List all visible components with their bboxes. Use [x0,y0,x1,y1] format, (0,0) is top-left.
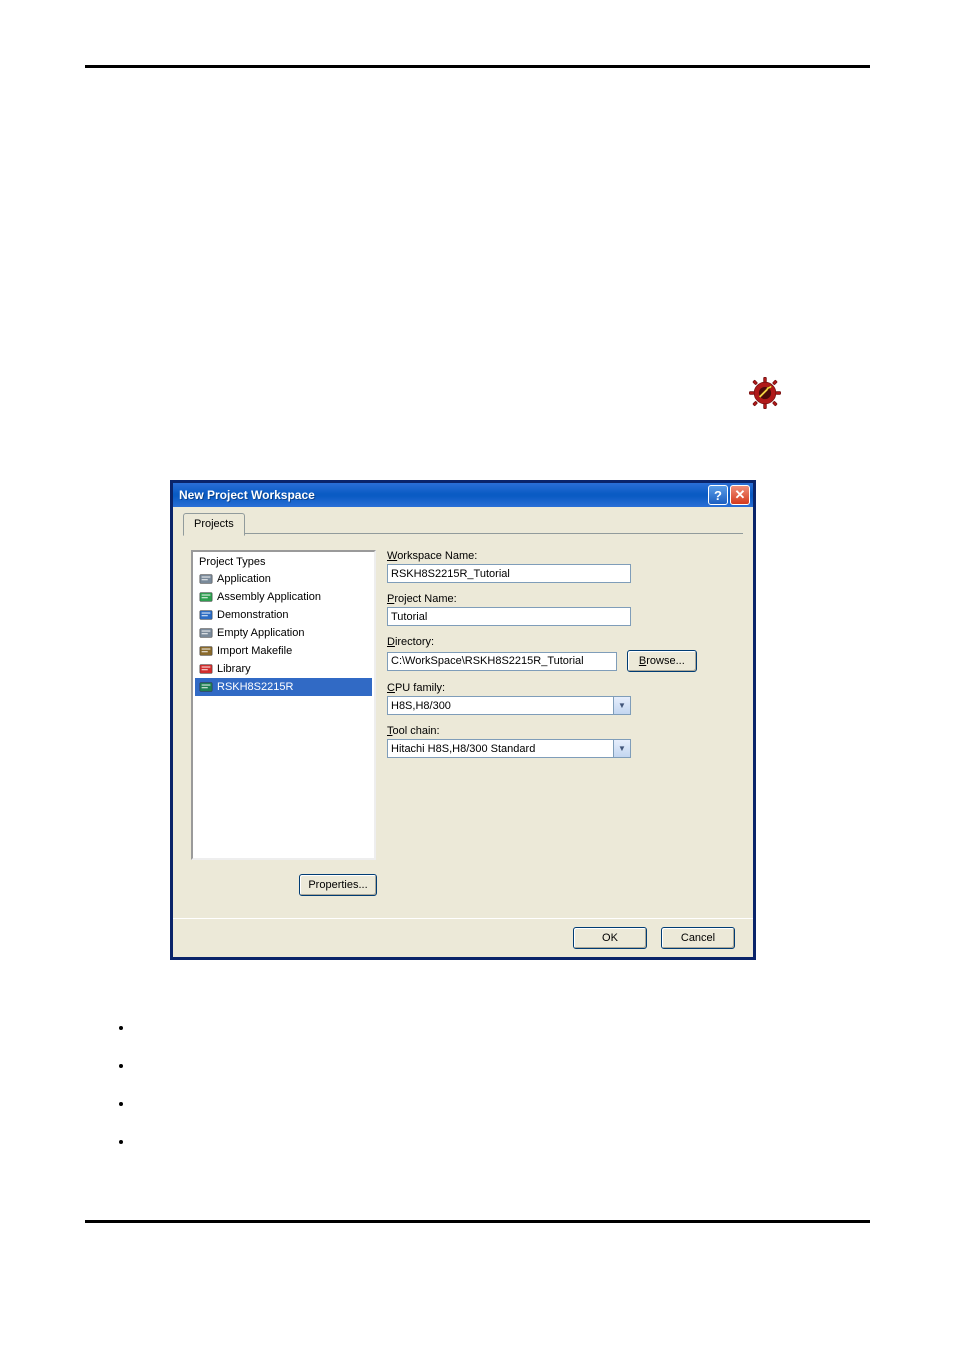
horizontal-rule-bottom [85,1220,870,1223]
cpu-family-label: CPU family: [387,682,697,694]
project-type-item[interactable]: Application [195,570,372,588]
project-type-label: Application [217,571,271,587]
project-type-item[interactable]: Import Makefile [195,642,372,660]
project-type-icon [199,680,213,694]
project-type-icon [199,608,213,622]
project-type-icon [199,590,213,604]
dialog-title: New Project Workspace [179,488,315,502]
horizontal-rule-top [85,65,870,68]
help-button[interactable]: ? [708,485,728,505]
close-button[interactable]: ✕ [730,485,750,505]
project-type-icon [199,662,213,676]
bullet-list [133,1020,833,1172]
project-type-label: Import Makefile [217,643,292,659]
new-project-workspace-dialog: New Project Workspace ? ✕ Projects Proje… [170,480,756,960]
project-type-item[interactable]: Empty Application [195,624,372,642]
chevron-down-icon: ▼ [613,697,630,714]
project-type-icon [199,644,213,658]
list-item [133,1058,833,1072]
project-type-item[interactable]: Assembly Application [195,588,372,606]
browse-button[interactable]: Browse... [627,650,697,672]
directory-input[interactable] [387,652,617,671]
project-type-icon [199,572,213,586]
list-item [133,1020,833,1034]
tool-chain-value: Hitachi H8S,H8/300 Standard [388,743,613,755]
project-type-label: RSKH8S2215R [217,679,293,695]
workspace-name-input[interactable] [387,564,631,583]
project-name-input[interactable] [387,607,631,626]
close-icon: ✕ [735,487,746,503]
tab-strip: Projects [183,513,743,534]
directory-label: Directory: [387,636,697,648]
project-name-label: Project Name: [387,593,697,605]
project-type-label: Empty Application [217,625,304,641]
project-type-item[interactable]: Demonstration [195,606,372,624]
project-type-item[interactable]: Library [195,660,372,678]
project-type-label: Assembly Application [217,589,321,605]
project-types-listbox[interactable]: Project Types Application Assembly Applic… [191,550,376,860]
workspace-name-label: Workspace Name: [387,550,697,562]
cpu-family-select[interactable]: H8S,H8/300 ▼ [387,696,631,715]
chevron-down-icon: ▼ [613,740,630,757]
cancel-button[interactable]: Cancel [661,927,735,949]
ok-button[interactable]: OK [573,927,647,949]
project-type-label: Demonstration [217,607,289,623]
list-item [133,1134,833,1148]
list-item [133,1096,833,1110]
project-types-header: Project Types [195,554,372,570]
gear-wrench-icon [748,376,782,410]
tab-projects[interactable]: Projects [183,513,245,536]
cpu-family-value: H8S,H8/300 [388,700,613,712]
help-icon: ? [714,488,722,503]
project-type-icon [199,626,213,640]
tool-chain-label: Tool chain: [387,725,697,737]
properties-button[interactable]: Properties... [299,874,377,896]
project-type-label: Library [217,661,251,677]
dialog-titlebar[interactable]: New Project Workspace ? ✕ [173,483,753,507]
tool-chain-select[interactable]: Hitachi H8S,H8/300 Standard ▼ [387,739,631,758]
project-type-item[interactable]: RSKH8S2215R [195,678,372,696]
